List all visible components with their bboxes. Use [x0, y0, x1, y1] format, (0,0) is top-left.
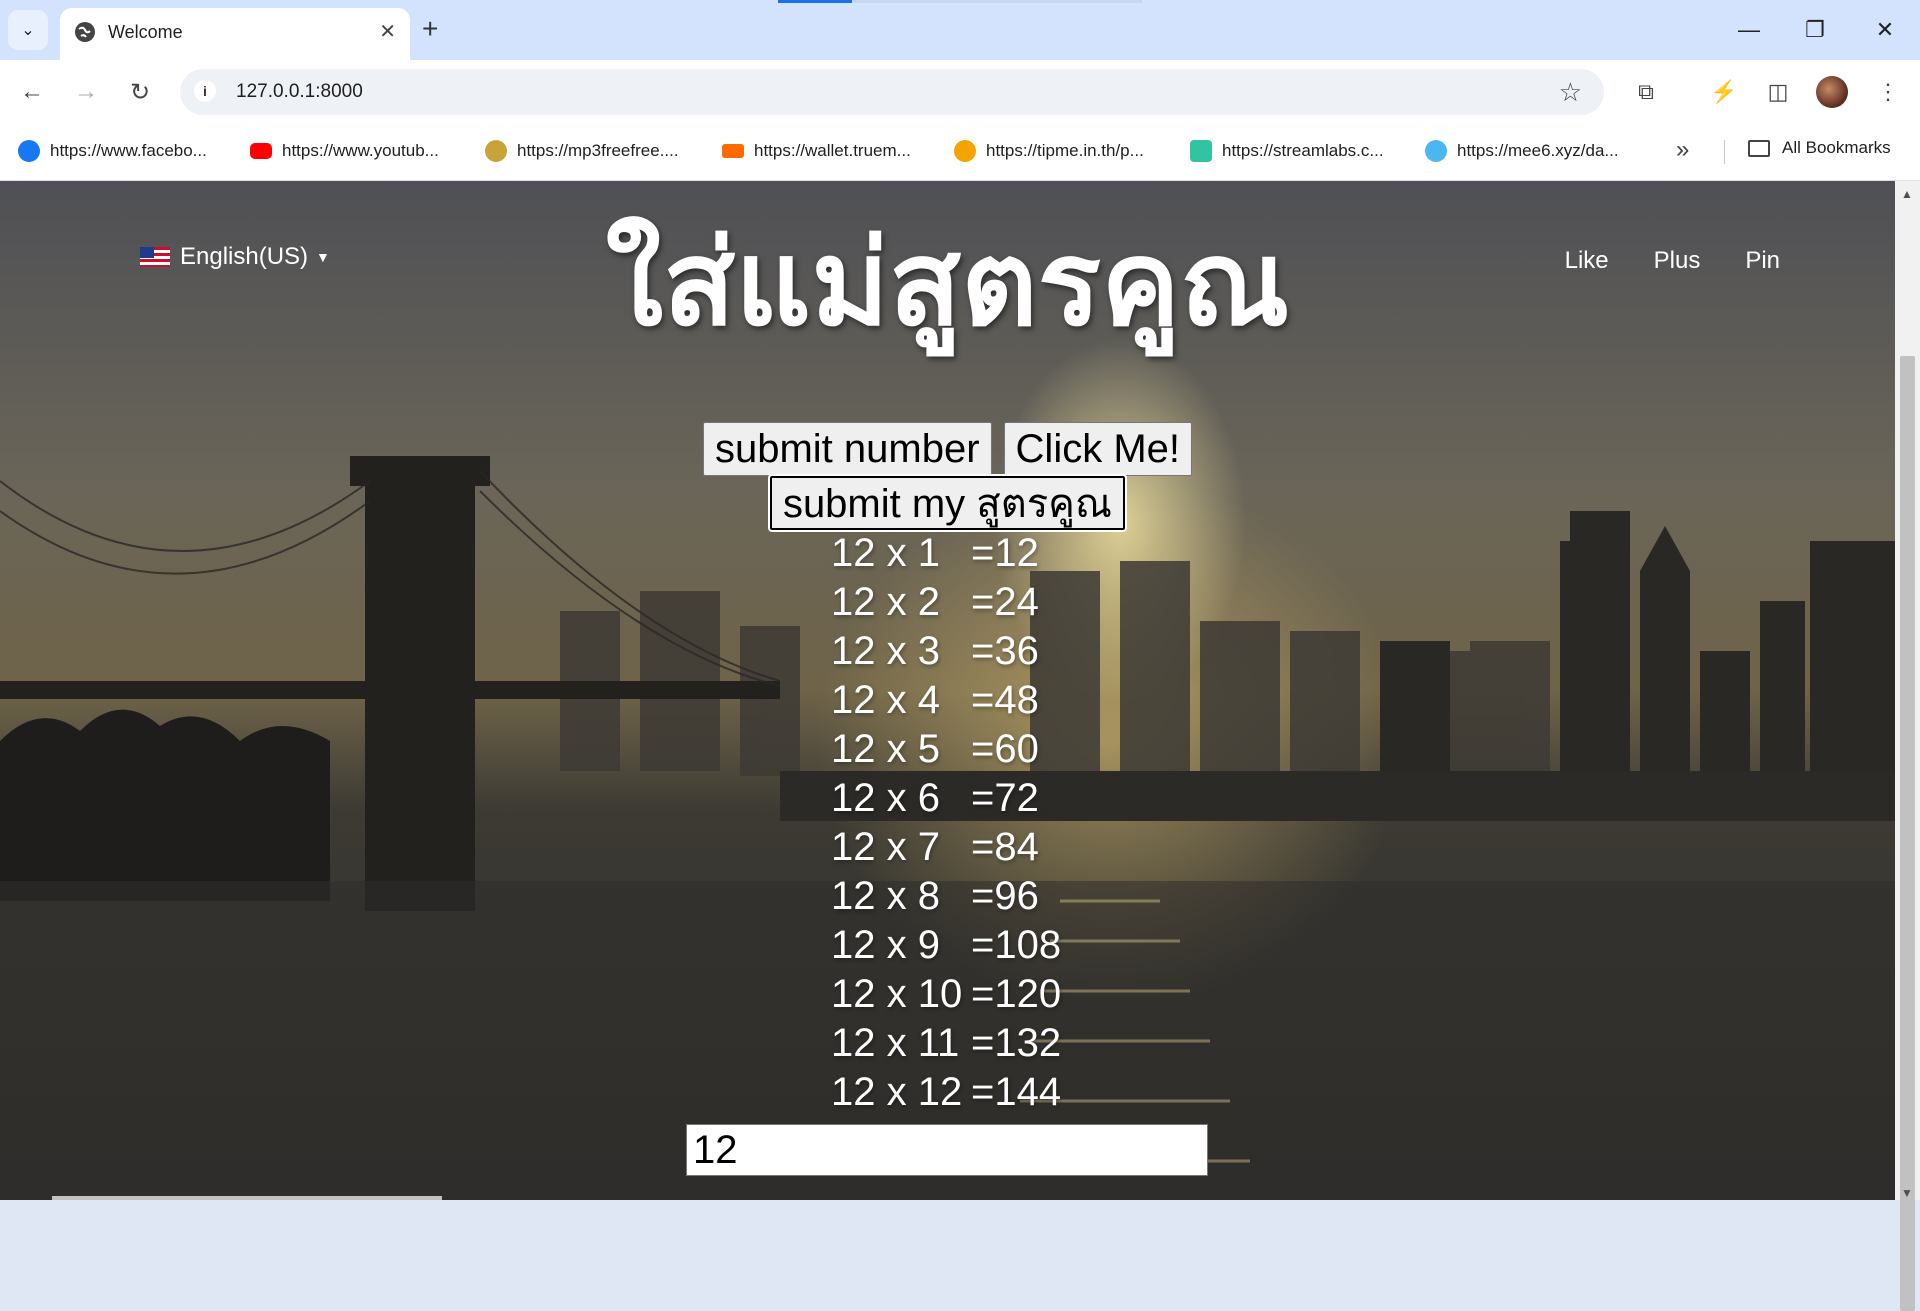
address-bar[interactable]: i 127.0.0.1:8000 ☆: [180, 69, 1604, 115]
table-row: 12 x 7 =84: [831, 825, 1039, 869]
bookmarks-divider: [1724, 140, 1725, 164]
button-row-2: submit my สูตรคูณ: [0, 474, 1895, 532]
more-bookmarks-icon[interactable]: »: [1676, 136, 1689, 164]
multiplication-table: 12 x 1 =12 12 x 2 =24 12 x 3 =36 12 x 4 =48 …: [831, 529, 1061, 1117]
folder-icon: [1748, 139, 1770, 157]
button-row: submit number Click Me!: [0, 422, 1895, 476]
reload-button[interactable]: ↻: [122, 74, 158, 110]
performance-icon[interactable]: ⚡: [1706, 74, 1742, 110]
table-row: 12 x 12 =144: [831, 1070, 1062, 1114]
extensions-icon[interactable]: ⧉: [1628, 74, 1664, 110]
bookmark-item[interactable]: https://www.youtub...: [250, 138, 439, 164]
forward-button[interactable]: →: [68, 74, 104, 110]
table-row: 12 x 5 =60: [831, 727, 1039, 771]
menu-icon[interactable]: ⋮: [1870, 74, 1906, 110]
nav-pin[interactable]: Pin: [1745, 247, 1780, 275]
scroll-up-arrow-icon[interactable]: ▲: [1901, 187, 1913, 201]
tab-strip: ⌄ Welcome ✕ + — ❐ ✕: [0, 0, 1920, 60]
bookmark-item[interactable]: https://mp3freefree....: [485, 138, 679, 164]
site-info-icon[interactable]: i: [194, 80, 216, 102]
submit-formula-button[interactable]: submit my สูตรคูณ: [767, 474, 1128, 532]
globe-icon: [75, 22, 95, 42]
bookmark-item[interactable]: https://www.facebo...: [18, 138, 207, 164]
profile-avatar[interactable]: [1816, 76, 1848, 108]
scroll-down-arrow-icon[interactable]: ▼: [1901, 1186, 1913, 1200]
table-row: 12 x 1 =12: [831, 531, 1039, 575]
facebook-icon: [18, 140, 40, 162]
bookmarks-bar: https://www.facebo... https://www.youtub…: [0, 122, 1920, 181]
all-bookmarks-button[interactable]: All Bookmarks: [1748, 138, 1891, 158]
tipme-icon: [954, 140, 976, 162]
bookmark-item[interactable]: https://wallet.truem...: [722, 138, 911, 164]
mee6-icon: [1425, 140, 1447, 162]
bookmark-item[interactable]: https://streamlabs.c...: [1190, 138, 1384, 164]
nav-plus[interactable]: Plus: [1654, 247, 1701, 275]
vertical-scrollbar[interactable]: ▲ ▼: [1895, 181, 1920, 1311]
truemoney-icon: [722, 144, 744, 158]
nav-like[interactable]: Like: [1565, 247, 1609, 275]
click-me-button[interactable]: Click Me!: [1003, 422, 1192, 476]
tab-loading-indicator: [778, 0, 852, 3]
tab-search-button[interactable]: ⌄: [8, 10, 48, 50]
tab-indicator-track: [852, 0, 1142, 3]
table-row: 12 x 9 =108: [831, 923, 1062, 967]
youtube-icon: [250, 143, 272, 159]
mp3freefree-icon: [485, 140, 507, 162]
restore-button[interactable]: ❐: [1790, 10, 1840, 50]
streamlabs-icon: [1190, 140, 1212, 162]
table-row: 12 x 10 =120: [831, 972, 1062, 1016]
close-window-button[interactable]: ✕: [1860, 10, 1910, 50]
scrollbar-thumb[interactable]: [1900, 356, 1915, 1311]
browser-toolbar: ← → ↻ i 127.0.0.1:8000 ☆ ⧉ ⚡ ◫ ⋮: [0, 60, 1920, 122]
minimize-button[interactable]: —: [1724, 10, 1774, 50]
top-nav: Like Plus Pin: [1565, 247, 1780, 275]
tab-title: Welcome: [108, 22, 183, 42]
horizontal-scrollbar-thumb[interactable]: [52, 1196, 442, 1200]
chevron-down-icon: ⌄: [21, 22, 35, 39]
url-text[interactable]: 127.0.0.1:8000: [236, 81, 363, 103]
table-row: 12 x 2 =24: [831, 580, 1039, 624]
number-input[interactable]: [686, 1124, 1208, 1176]
table-row: 12 x 3 =36: [831, 629, 1039, 673]
table-row: 12 x 11 =132: [831, 1021, 1062, 1065]
bookmark-star-icon[interactable]: ☆: [1559, 77, 1582, 108]
side-panel-icon[interactable]: ◫: [1760, 74, 1796, 110]
page-viewport: English(US) ▼ ใส่แม่สูตรคูณ Like Plus Pi…: [0, 181, 1895, 1200]
submit-number-button[interactable]: submit number: [702, 422, 992, 476]
table-row: 12 x 4 =48: [831, 678, 1039, 722]
table-row: 12 x 6 =72: [831, 776, 1039, 820]
tab-welcome[interactable]: Welcome ✕: [60, 8, 410, 60]
new-tab-button[interactable]: +: [422, 14, 438, 44]
back-button[interactable]: ←: [14, 74, 50, 110]
close-tab-icon[interactable]: ✕: [379, 20, 396, 44]
bookmark-item[interactable]: https://mee6.xyz/da...: [1425, 138, 1619, 164]
page-title: ใส่แม่สูตรคูณ: [605, 218, 1290, 350]
bookmark-item[interactable]: https://tipme.in.th/p...: [954, 138, 1144, 164]
table-row: 12 x 8 =96: [831, 874, 1039, 918]
